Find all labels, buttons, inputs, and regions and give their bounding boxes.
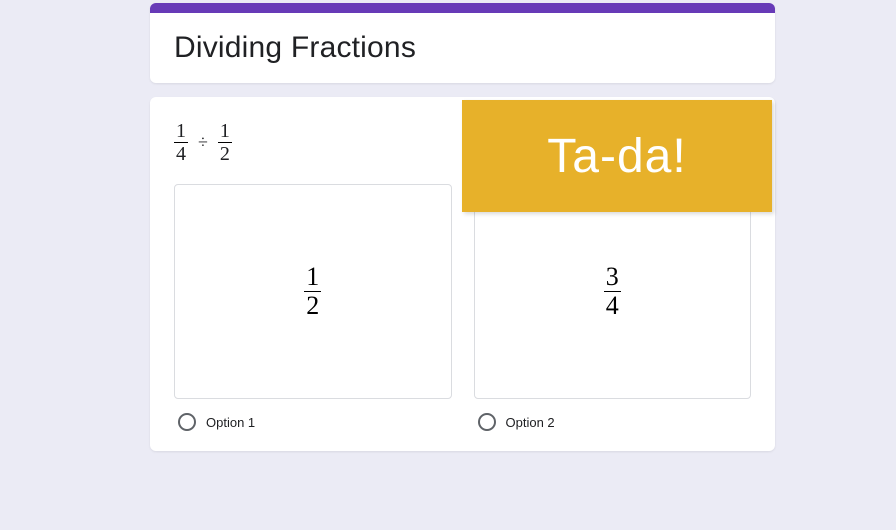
option-fraction: 3 4 xyxy=(604,264,621,319)
fraction-denominator: 4 xyxy=(604,292,621,319)
question-fraction-2: 1 2 xyxy=(218,121,232,164)
option-image-box: 1 2 xyxy=(174,184,452,399)
fraction-numerator: 3 xyxy=(604,264,621,291)
options-row: 1 2 Option 1 3 4 xyxy=(174,184,751,431)
option-radio-row[interactable]: Option 2 xyxy=(474,413,752,431)
fraction-denominator: 4 xyxy=(174,143,188,164)
form-header-card: Dividing Fractions xyxy=(150,3,775,83)
form-container: Dividing Fractions 1 4 ÷ 1 2 1 xyxy=(150,3,775,451)
fraction-numerator: 1 xyxy=(304,264,321,291)
tada-overlay: Ta-da! xyxy=(462,100,772,212)
option-label: Option 2 xyxy=(506,415,555,430)
tada-text: Ta-da! xyxy=(547,129,686,184)
fraction-denominator: 2 xyxy=(218,143,232,164)
option-image-box: 3 4 xyxy=(474,184,752,399)
radio-icon[interactable] xyxy=(478,413,496,431)
option-radio-row[interactable]: Option 1 xyxy=(174,413,452,431)
option-2[interactable]: 3 4 Option 2 xyxy=(474,184,752,431)
fraction-numerator: 1 xyxy=(218,121,232,142)
fraction-numerator: 1 xyxy=(174,121,188,142)
form-title: Dividing Fractions xyxy=(174,31,751,65)
fraction-denominator: 2 xyxy=(304,292,321,319)
radio-icon[interactable] xyxy=(178,413,196,431)
option-1[interactable]: 1 2 Option 1 xyxy=(174,184,452,431)
option-label: Option 1 xyxy=(206,415,255,430)
question-fraction-1: 1 4 xyxy=(174,121,188,164)
divide-operator: ÷ xyxy=(196,132,210,153)
option-fraction: 1 2 xyxy=(304,264,321,319)
